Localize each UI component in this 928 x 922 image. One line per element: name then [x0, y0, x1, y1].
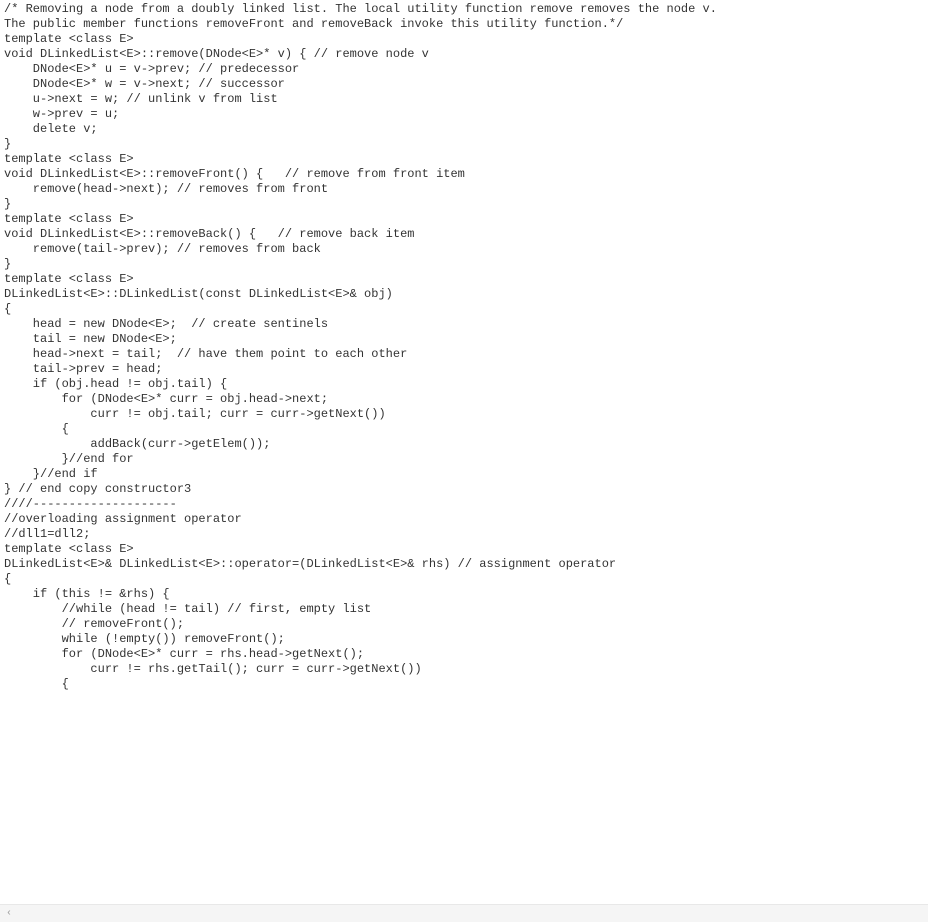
- code-line: void DLinkedList<E>::removeBack() { // r…: [4, 227, 924, 242]
- code-line: head->next = tail; // have them point to…: [4, 347, 924, 362]
- code-line: curr != rhs.getTail(); curr = curr->getN…: [4, 662, 924, 677]
- code-line: }: [4, 137, 924, 152]
- code-viewer: /* Removing a node from a doubly linked …: [0, 0, 928, 896]
- code-line: template <class E>: [4, 542, 924, 557]
- code-line: {: [4, 302, 924, 317]
- code-line: }//end for: [4, 452, 924, 467]
- code-line: }: [4, 257, 924, 272]
- code-line: //overloading assignment operator: [4, 512, 924, 527]
- code-line: void DLinkedList<E>::remove(DNode<E>* v)…: [4, 47, 924, 62]
- code-line: if (obj.head != obj.tail) {: [4, 377, 924, 392]
- code-line: ////--------------------: [4, 497, 924, 512]
- code-line: while (!empty()) removeFront();: [4, 632, 924, 647]
- code-line: DLinkedList<E>& DLinkedList<E>::operator…: [4, 557, 924, 572]
- code-line: head = new DNode<E>; // create sentinels: [4, 317, 924, 332]
- horizontal-scrollbar[interactable]: ‹: [0, 904, 928, 922]
- code-line: u->next = w; // unlink v from list: [4, 92, 924, 107]
- code-line: } // end copy constructor3: [4, 482, 924, 497]
- code-line: tail->prev = head;: [4, 362, 924, 377]
- code-line: remove(tail->prev); // removes from back: [4, 242, 924, 257]
- code-line: The public member functions removeFront …: [4, 17, 924, 32]
- code-line: if (this != &rhs) {: [4, 587, 924, 602]
- code-line: for (DNode<E>* curr = obj.head->next;: [4, 392, 924, 407]
- code-line: //while (head != tail) // first, empty l…: [4, 602, 924, 617]
- code-line: //dll1=dll2;: [4, 527, 924, 542]
- code-line: void DLinkedList<E>::removeFront() { // …: [4, 167, 924, 182]
- code-line: for (DNode<E>* curr = rhs.head->getNext(…: [4, 647, 924, 662]
- code-line: w->prev = u;: [4, 107, 924, 122]
- code-line: /* Removing a node from a doubly linked …: [4, 2, 924, 17]
- scroll-track[interactable]: [18, 905, 928, 922]
- code-line: DNode<E>* u = v->prev; // predecessor: [4, 62, 924, 77]
- code-line: template <class E>: [4, 212, 924, 227]
- code-line: DLinkedList<E>::DLinkedList(const DLinke…: [4, 287, 924, 302]
- code-line: {: [4, 677, 924, 692]
- code-line: {: [4, 572, 924, 587]
- code-line: DNode<E>* w = v->next; // successor: [4, 77, 924, 92]
- code-line: template <class E>: [4, 272, 924, 287]
- code-line: }: [4, 197, 924, 212]
- code-line: remove(head->next); // removes from fron…: [4, 182, 924, 197]
- code-line: }//end if: [4, 467, 924, 482]
- code-line: // removeFront();: [4, 617, 924, 632]
- code-line: tail = new DNode<E>;: [4, 332, 924, 347]
- code-line: template <class E>: [4, 32, 924, 47]
- scroll-left-arrow-icon[interactable]: ‹: [0, 905, 18, 922]
- code-line: curr != obj.tail; curr = curr->getNext()…: [4, 407, 924, 422]
- code-line: template <class E>: [4, 152, 924, 167]
- code-line: delete v;: [4, 122, 924, 137]
- code-line: {: [4, 422, 924, 437]
- code-line: addBack(curr->getElem());: [4, 437, 924, 452]
